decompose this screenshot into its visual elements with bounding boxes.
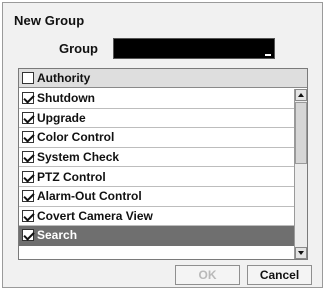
new-group-dialog: New Group Group Authority Shutdown Upgra…: [2, 2, 323, 288]
scrollbar-thumb[interactable]: [295, 102, 307, 164]
ok-button[interactable]: OK: [175, 265, 240, 285]
authority-rows: Shutdown Upgrade Color Control System Ch…: [19, 89, 294, 246]
scroll-down-button[interactable]: [295, 247, 307, 259]
dialog-title: New Group: [14, 13, 85, 28]
item-checkbox[interactable]: [22, 151, 34, 164]
list-item-label: Covert Camera View: [37, 208, 153, 223]
list-item[interactable]: Upgrade: [19, 108, 294, 129]
item-checkbox[interactable]: [22, 229, 34, 242]
list-item-label: Search: [37, 228, 78, 243]
item-checkbox[interactable]: [22, 111, 34, 124]
cancel-button[interactable]: Cancel: [247, 265, 312, 285]
group-label: Group: [59, 41, 98, 56]
list-item-label: PTZ Control: [37, 169, 106, 184]
list-item[interactable]: System Check: [19, 147, 294, 168]
item-checkbox[interactable]: [22, 131, 34, 144]
list-item[interactable]: Covert Camera View: [19, 206, 294, 227]
scroll-up-button[interactable]: [295, 89, 307, 101]
list-item[interactable]: PTZ Control: [19, 167, 294, 187]
item-checkbox[interactable]: [22, 170, 34, 183]
list-item-label: Color Control: [37, 130, 115, 145]
list-item[interactable]: Color Control: [19, 128, 294, 148]
authority-checkbox[interactable]: [22, 72, 34, 84]
list-scrollbar[interactable]: [294, 89, 307, 259]
authority-header[interactable]: Authority: [19, 69, 307, 88]
authority-header-label: Authority: [37, 71, 91, 85]
item-checkbox[interactable]: [22, 92, 34, 105]
list-item[interactable]: Search: [19, 226, 294, 246]
authority-list: Authority Shutdown Upgrade Color Control…: [18, 68, 308, 260]
text-cursor: [265, 54, 271, 56]
item-checkbox[interactable]: [22, 190, 34, 203]
arrow-down-icon: [298, 251, 304, 255]
arrow-up-icon: [298, 93, 304, 97]
list-item-label: System Check: [37, 150, 120, 165]
list-item[interactable]: Shutdown: [19, 89, 294, 109]
list-item-label: Shutdown: [37, 91, 95, 106]
list-item[interactable]: Alarm-Out Control: [19, 186, 294, 207]
item-checkbox[interactable]: [22, 209, 34, 222]
list-item-label: Upgrade: [37, 110, 86, 125]
list-item-label: Alarm-Out Control: [37, 189, 142, 204]
group-name-input[interactable]: [113, 38, 275, 59]
